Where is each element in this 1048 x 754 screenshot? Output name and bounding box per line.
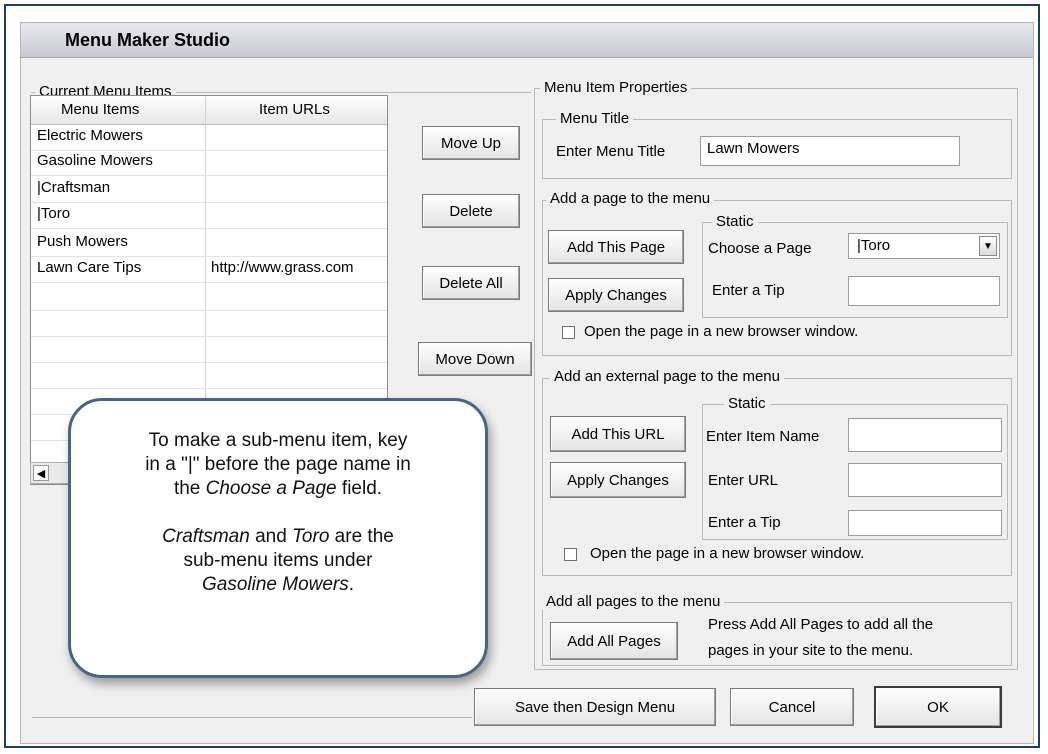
add-this-url-button[interactable]: Add This URL	[550, 416, 686, 452]
table-row[interactable]	[31, 362, 387, 389]
table-row[interactable]: Electric Mowers	[31, 124, 387, 151]
url-cell: http://www.grass.com	[211, 259, 354, 276]
move-down-button[interactable]: Move Down	[418, 342, 532, 376]
url-tip-input[interactable]	[848, 510, 1002, 536]
table-row[interactable]: Gasoline Mowers	[31, 149, 387, 176]
url-new-window-checkbox[interactable]	[564, 548, 577, 561]
callout-line-2: in a "|" before the page name in	[145, 454, 411, 475]
help-callout: To make a sub-menu item, key in a "|" be…	[68, 398, 488, 678]
page-new-window-checkbox[interactable]	[562, 326, 575, 339]
url-new-window-label: Open the page in a new browser window.	[590, 545, 865, 562]
callout-line-1: To make a sub-menu item, key	[148, 430, 408, 451]
apply-changes-page-button[interactable]: Apply Changes	[548, 278, 684, 312]
table-row[interactable]	[31, 284, 387, 311]
choose-page-select[interactable]: |Toro ▼	[848, 233, 1000, 259]
table-row[interactable]	[31, 310, 387, 337]
page-tip-input[interactable]	[848, 276, 1000, 306]
url-input[interactable]	[848, 463, 1002, 497]
menu-item-cell: Push Mowers	[37, 233, 128, 250]
item-name-label: Enter Item Name	[706, 428, 820, 445]
static-url-label: Static	[724, 395, 770, 412]
craftsman-emphasis: Craftsman	[162, 526, 250, 547]
table-row[interactable]: |Toro	[31, 202, 387, 229]
title-bar: Menu Maker Studio	[21, 23, 1033, 58]
add-all-description-line2: pages in your site to the menu.	[708, 642, 914, 659]
menu-item-cell: |Toro	[37, 205, 71, 222]
url-label: Enter URL	[708, 472, 779, 489]
move-up-button[interactable]: Move Up	[422, 126, 520, 160]
ok-button[interactable]: OK	[874, 686, 1002, 728]
choose-page-label: Choose a Page	[708, 240, 812, 257]
scroll-left-icon[interactable]: ◀	[33, 465, 49, 481]
choose-a-page-emphasis: Choose a Page	[205, 478, 337, 499]
menu-title-field-label: Enter Menu Title	[556, 143, 666, 160]
menu-item-cell: Electric Mowers	[37, 127, 143, 144]
column-header-item-urls[interactable]: Item URLs	[259, 101, 330, 118]
window-title: Menu Maker Studio	[65, 30, 231, 50]
menu-item-cell: Gasoline Mowers	[37, 152, 153, 169]
url-tip-label: Enter a Tip	[708, 514, 781, 531]
table-header: Menu Items Item URLs	[31, 96, 387, 125]
callout-spacer	[71, 501, 485, 525]
delete-all-button[interactable]: Delete All	[422, 266, 520, 300]
chevron-down-icon[interactable]: ▼	[979, 236, 997, 256]
static-page-label: Static	[712, 213, 758, 230]
footer-separator	[32, 717, 472, 718]
apply-changes-url-button[interactable]: Apply Changes	[550, 462, 686, 498]
delete-button[interactable]: Delete	[422, 194, 520, 228]
toro-emphasis: Toro	[292, 526, 330, 547]
callout-line-3: the Choose a Page field.	[173, 478, 383, 499]
menu-title-group-label: Menu Title	[556, 110, 634, 127]
table-row[interactable]	[31, 336, 387, 363]
add-this-page-button[interactable]: Add This Page	[548, 230, 684, 264]
menu-title-input[interactable]: Lawn Mowers	[700, 136, 960, 166]
page-new-window-label: Open the page in a new browser window.	[584, 323, 859, 340]
callout-line-6: Gasoline Mowers.	[201, 574, 355, 595]
choose-page-value: |Toro	[857, 237, 891, 254]
gasoline-mowers-emphasis: Gasoline Mowers	[201, 574, 349, 595]
add-page-group-label: Add a page to the menu	[546, 190, 715, 207]
item-name-input[interactable]	[848, 418, 1002, 452]
table-row[interactable]: Lawn Care Tips http://www.grass.com	[31, 256, 387, 283]
add-all-pages-button[interactable]: Add All Pages	[550, 622, 678, 660]
menu-item-cell: |Craftsman	[37, 179, 111, 196]
callout-line-5: sub-menu items under	[183, 550, 373, 571]
callout-line-4: Craftsman and Toro are the	[162, 526, 394, 547]
add-all-description-line1: Press Add All Pages to add all the	[708, 616, 934, 633]
column-header-menu-items[interactable]: Menu Items	[61, 101, 139, 118]
table-row[interactable]: Push Mowers	[31, 230, 387, 257]
menu-item-properties-label: Menu Item Properties	[540, 79, 692, 96]
menu-item-cell: Lawn Care Tips	[37, 259, 142, 276]
add-external-group-label: Add an external page to the menu	[550, 368, 784, 385]
add-all-pages-group-label: Add all pages to the menu	[542, 593, 725, 610]
table-row[interactable]: |Craftsman	[31, 176, 387, 203]
cancel-button[interactable]: Cancel	[730, 688, 854, 726]
page-tip-label: Enter a Tip	[712, 282, 785, 299]
save-design-menu-button[interactable]: Save then Design Menu	[474, 688, 716, 726]
